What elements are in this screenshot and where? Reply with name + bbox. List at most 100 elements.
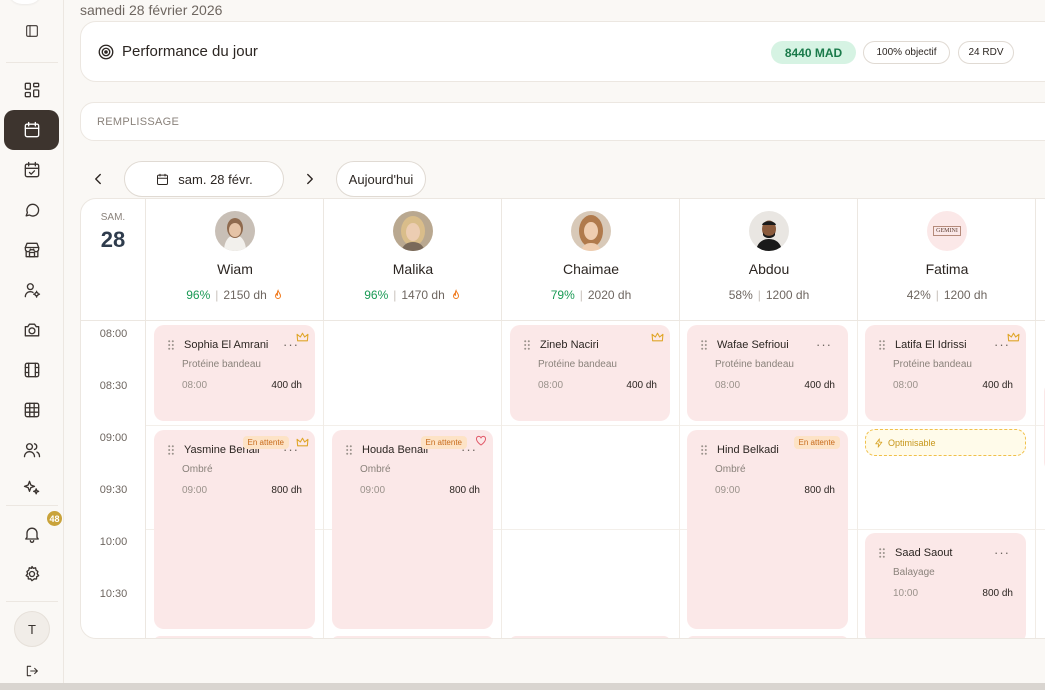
toggle-sidebar-button[interactable] <box>4 11 59 51</box>
appointment-client: Zineb Naciri <box>540 339 599 351</box>
stats-separator: | <box>579 288 583 302</box>
camera-icon <box>24 323 39 337</box>
drag-handle-icon[interactable] <box>168 445 174 455</box>
sidebar-item-grid[interactable] <box>4 390 59 430</box>
settings-button[interactable] <box>4 554 59 594</box>
appointment-card[interactable]: Sophia El Amrani ··· Protéine bandeau 08… <box>154 325 315 421</box>
remplissage-card[interactable]: REMPLISSAGE <box>80 102 1045 141</box>
user-avatar[interactable]: T <box>14 611 50 647</box>
day-number: 28 <box>100 227 126 252</box>
sidebar-item-calendar[interactable] <box>4 110 59 150</box>
lightning-icon <box>875 437 883 448</box>
sidebar-divider <box>6 505 58 506</box>
optimisable-slot[interactable]: Optimisable <box>865 429 1026 456</box>
drag-handle-icon[interactable] <box>168 340 174 350</box>
date-picker-label: sam. 28 févr. <box>178 171 253 187</box>
crown-icon <box>1007 332 1020 342</box>
appointment-card-partial[interactable] <box>687 636 848 638</box>
day-header: SAM. 28 <box>81 199 146 321</box>
staff-avatar <box>393 211 433 251</box>
drag-handle-icon[interactable] <box>524 340 530 350</box>
stats-separator: | <box>215 288 219 302</box>
gear-icon <box>25 565 39 582</box>
sidebar-top-handle <box>8 0 42 4</box>
appointment-card-partial[interactable] <box>154 636 315 638</box>
appointment-client: Latifa El Idrissi <box>895 339 967 351</box>
staff-revenue: 1200 dh <box>765 288 810 302</box>
drag-handle-icon[interactable] <box>346 445 352 455</box>
appointment-menu-button[interactable]: ··· <box>816 337 832 352</box>
drag-handle-icon[interactable] <box>879 340 885 350</box>
notifications-count-badge: 48 <box>46 510 63 527</box>
appointment-price: 800 dh <box>804 485 835 496</box>
drag-handle-icon[interactable] <box>701 340 707 350</box>
staff-column-header[interactable]: Malika 96% | 1470 dh <box>324 199 502 321</box>
staff-revenue: 1470 dh <box>401 288 445 302</box>
staff-name: Chaimae <box>562 261 620 277</box>
appointment-card[interactable]: Latifa El Idrissi ··· Protéine bandeau 0… <box>865 325 1026 421</box>
staff-column-header[interactable]: Chaimae 79% | 2020 dh <box>502 199 680 321</box>
horizontal-scrollbar[interactable] <box>0 683 1045 690</box>
appointment-card[interactable]: Houda Benali En attente ··· Ombré 09:00 … <box>332 430 493 629</box>
appointment-card[interactable]: Hind Belkadi En attente Ombré 09:00 800 … <box>687 430 848 629</box>
staff-name: Fatima <box>925 261 969 277</box>
sidebar-item-appointments[interactable] <box>4 150 59 190</box>
appointment-card[interactable]: Zineb Naciri Protéine bandeau 08:00 400 … <box>510 325 670 421</box>
appointment-card[interactable]: Wafae Sefrioui ··· Protéine bandeau 08:0… <box>687 325 848 421</box>
revenue-badge: 8440 MAD <box>771 41 856 64</box>
appointment-service: Protéine bandeau <box>538 359 617 370</box>
appointment-card[interactable]: Saad Saout ··· Balayage 10:00 800 dh <box>865 533 1026 638</box>
previous-day-button[interactable] <box>89 170 107 188</box>
drag-handle-icon[interactable] <box>701 445 707 455</box>
staff-stats: 42% | 1200 dh <box>858 288 1036 302</box>
appointment-card-partial[interactable] <box>332 636 493 638</box>
appointment-card[interactable]: Yasmine Benali En attente ··· Ombré 09:0… <box>154 430 315 629</box>
appointment-price: 800 dh <box>271 485 302 496</box>
sidebar-item-staff-settings[interactable] <box>4 270 59 310</box>
chevron-left-icon <box>95 173 101 185</box>
time-label: 09:30 <box>99 484 128 496</box>
appointment-menu-button[interactable]: ··· <box>994 545 1010 560</box>
drag-handle-icon[interactable] <box>879 548 885 558</box>
appointment-client: Houda Benali <box>362 444 429 456</box>
sidebar-item-dashboard[interactable] <box>4 70 59 110</box>
appointment-card-partial[interactable] <box>510 636 670 638</box>
sidebar-divider <box>6 62 58 63</box>
sidebar-item-store[interactable] <box>4 230 59 270</box>
heart-icon <box>476 435 486 446</box>
appointment-service: Protéine bandeau <box>715 359 794 370</box>
sidebar-item-ai[interactable] <box>4 468 59 508</box>
appointment-time: 09:00 <box>182 485 208 496</box>
appointment-service: Ombré <box>715 464 746 475</box>
staff-stats: 79% | 2020 dh <box>502 288 680 302</box>
appointments-count-badge: 24 RDV <box>958 41 1014 64</box>
appointment-time: 08:00 <box>893 380 919 391</box>
flame-icon <box>274 289 281 299</box>
bell-icon <box>24 527 39 543</box>
staff-column-header[interactable]: Abdou 58% | 1200 dh <box>680 199 858 321</box>
dashboard-icon <box>24 82 39 98</box>
today-button[interactable]: Aujourd'hui <box>336 161 426 197</box>
next-day-button[interactable] <box>301 170 319 188</box>
sparkles-icon <box>23 480 39 495</box>
sidebar-item-messages[interactable] <box>4 190 59 230</box>
sidebar-item-camera[interactable] <box>4 310 59 350</box>
staff-fill-percent: 42% <box>906 288 931 302</box>
sidebar-item-media[interactable] <box>4 350 59 390</box>
sidebar-item-clients[interactable] <box>4 430 59 470</box>
appointment-service: Protéine bandeau <box>893 359 972 370</box>
stats-separator: | <box>757 288 761 302</box>
staff-column-header[interactable]: GEMINI Fatima 42% | 1200 dh <box>858 199 1036 321</box>
chevron-right-icon <box>307 173 313 185</box>
appointment-client: Wafae Sefrioui <box>717 339 789 351</box>
time-label: 08:00 <box>99 328 128 340</box>
date-picker-button[interactable]: sam. 28 févr. <box>124 161 284 197</box>
staff-name: Wiam <box>217 261 253 277</box>
users-icon <box>23 443 40 458</box>
staff-column-header[interactable]: Wiam 96% | 2150 dh <box>146 199 324 321</box>
appointment-time: 08:00 <box>715 380 741 391</box>
staff-avatar <box>215 211 255 251</box>
staff-name: Abdou <box>748 261 790 277</box>
staff-avatar <box>571 211 611 251</box>
appointment-client: Sophia El Amrani <box>184 339 269 351</box>
